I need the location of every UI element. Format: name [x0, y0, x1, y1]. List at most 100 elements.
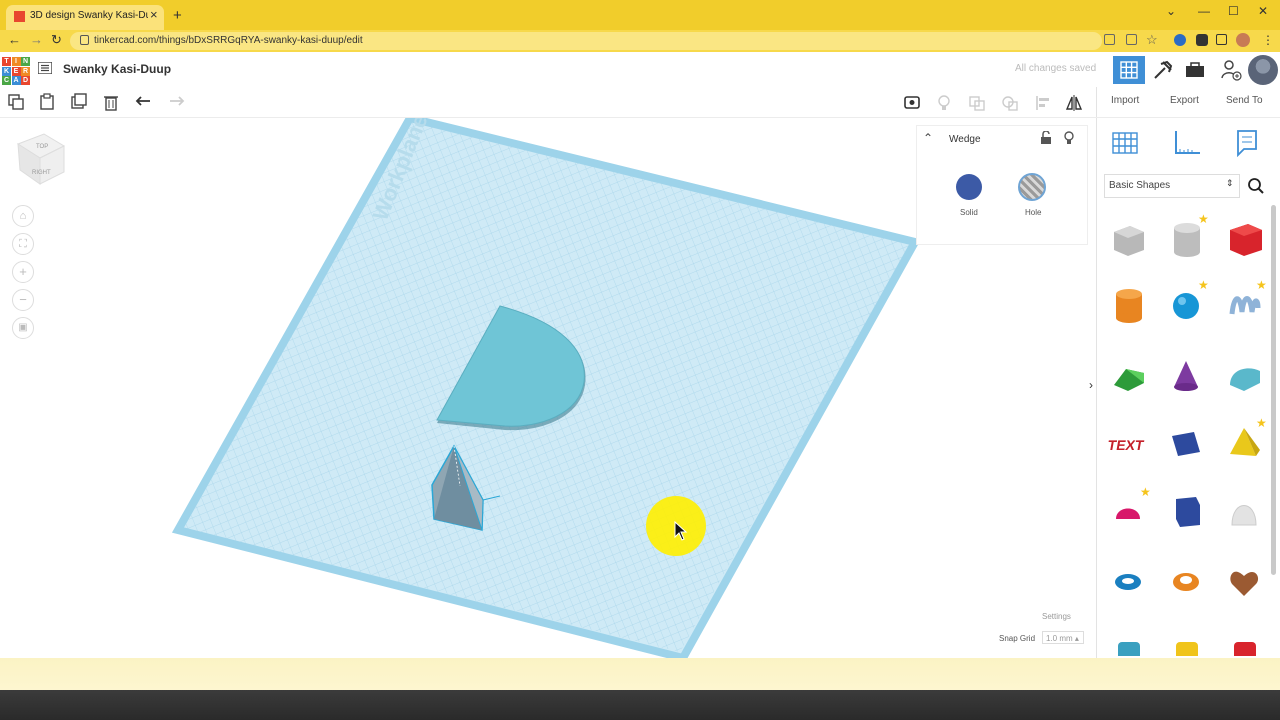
minimize-button[interactable]: —: [1198, 4, 1210, 18]
notes-icon[interactable]: [903, 94, 921, 112]
shape-cylinder[interactable]: [1108, 284, 1148, 324]
zoom-in-icon[interactable]: +: [12, 261, 34, 283]
hole-button[interactable]: [1018, 173, 1046, 201]
shape-text[interactable]: TEXT: [1107, 422, 1148, 462]
toolbox-icon[interactable]: [1184, 60, 1206, 80]
shape-cone[interactable]: [1166, 355, 1206, 395]
ortho-view-icon[interactable]: ▣: [12, 317, 34, 339]
solid-label: Solid: [960, 208, 978, 217]
close-window-button[interactable]: ✕: [1258, 4, 1268, 18]
workplane-tool-icon[interactable]: [1111, 129, 1139, 157]
mirror-icon[interactable]: [1064, 93, 1084, 113]
ungroup-icon[interactable]: [1001, 94, 1019, 112]
extensions-puzzle-icon[interactable]: [1196, 34, 1208, 46]
shape-box[interactable]: [1224, 218, 1264, 258]
shape-paraboloid[interactable]: [1224, 491, 1264, 531]
toolbar-divider: [1096, 87, 1097, 117]
cone-icon: [1174, 361, 1198, 391]
forward-button[interactable]: →: [30, 32, 43, 47]
favorite-star-icon: ★: [1198, 278, 1209, 292]
url-text[interactable]: tinkercad.com/things/bDxSRRGqRYA-swanky-…: [94, 35, 363, 46]
copy-icon[interactable]: [7, 93, 25, 111]
shape-category-label: Basic Shapes: [1109, 180, 1171, 191]
lock-shape-icon[interactable]: [1040, 131, 1052, 145]
view-cube[interactable]: RIGHT TOP: [12, 128, 70, 190]
browser-tab[interactable]: 3D design Swanky Kasi-Duup | Ti ×: [6, 5, 164, 30]
notes-tool-icon[interactable]: [1236, 129, 1258, 157]
show-all-lightbulb-icon[interactable]: [936, 94, 952, 112]
shape-partial[interactable]: [1118, 642, 1140, 656]
fit-view-icon[interactable]: ⛶: [12, 233, 34, 255]
shape-torus[interactable]: [1108, 560, 1148, 600]
browser-tab-bar: [0, 0, 1280, 30]
collapse-panel-chevron-icon[interactable]: ›: [1089, 378, 1093, 392]
logo-letter: D: [21, 76, 30, 85]
logo-letter: K: [2, 66, 11, 76]
cylinder-icon: [1116, 289, 1142, 323]
extension-icon[interactable]: [1174, 34, 1186, 46]
blocks-hammer-icon[interactable]: [1151, 58, 1175, 82]
roof-icon: [1114, 369, 1144, 391]
home-view-icon[interactable]: ⌂: [12, 205, 34, 227]
shapes-scrollbar[interactable]: [1271, 205, 1276, 575]
logo-letter: T: [2, 57, 11, 66]
shape-partial[interactable]: [1234, 642, 1256, 656]
favorite-star-icon: ★: [1256, 278, 1267, 292]
export-button[interactable]: Export: [1170, 95, 1199, 106]
share-icon[interactable]: [1126, 34, 1137, 45]
grid-icon: [1120, 61, 1138, 79]
back-button[interactable]: ←: [8, 32, 21, 47]
send-to-button[interactable]: Send To: [1226, 95, 1263, 106]
lock-icon[interactable]: [80, 35, 89, 45]
delete-trash-icon[interactable]: [102, 93, 120, 111]
zoom-out-icon[interactable]: −: [12, 289, 34, 311]
polygon-icon: [1176, 497, 1200, 527]
add-user-icon[interactable]: [1220, 58, 1242, 82]
torus-icon: [1115, 574, 1141, 590]
maximize-button[interactable]: ☐: [1228, 4, 1239, 18]
user-avatar[interactable]: [1248, 55, 1278, 85]
favorite-star-icon: ★: [1198, 212, 1209, 226]
bookmark-star-icon[interactable]: ☆: [1146, 32, 1158, 48]
ruler-icon[interactable]: [1172, 129, 1202, 157]
import-button[interactable]: Import: [1111, 95, 1139, 106]
tube-icon: [1173, 573, 1199, 591]
reload-button[interactable]: ↻: [51, 32, 62, 48]
hide-lightbulb-icon[interactable]: [1063, 131, 1075, 146]
install-app-icon[interactable]: [1104, 34, 1115, 45]
group-icon[interactable]: [968, 94, 986, 112]
snap-grid-select[interactable]: 1.0 mm ▴: [1042, 631, 1084, 644]
solid-color-button[interactable]: [956, 174, 982, 200]
tab-search-button[interactable]: ⌄: [1166, 4, 1176, 18]
settings-button[interactable]: Settings: [1042, 612, 1071, 621]
hole-label: Hole: [1025, 208, 1042, 217]
design-menu-icon[interactable]: [38, 62, 52, 74]
shape-roof[interactable]: [1108, 355, 1148, 395]
shape-partial[interactable]: [1176, 642, 1198, 656]
tab-close-button[interactable]: ×: [150, 7, 158, 22]
sidepanel-icon[interactable]: [1216, 34, 1227, 45]
browser-menu-icon[interactable]: ⋮: [1262, 33, 1274, 47]
paraboloid-icon: [1231, 505, 1257, 526]
shape-round-roof[interactable]: [1224, 355, 1264, 395]
duplicate-icon[interactable]: [70, 93, 88, 111]
design-title[interactable]: Swanky Kasi-Duup: [63, 62, 171, 76]
shape-box-hole[interactable]: [1108, 218, 1148, 258]
profile-avatar-icon[interactable]: [1236, 33, 1250, 47]
shape-wedge[interactable]: [1166, 422, 1206, 462]
collapse-chevron-icon[interactable]: ⌃: [923, 131, 933, 145]
paste-icon[interactable]: [38, 93, 56, 111]
redo-icon[interactable]: [167, 94, 185, 110]
logo-letter: N: [21, 57, 30, 66]
shape-polygon[interactable]: [1166, 491, 1206, 531]
text-icon: TEXT: [1107, 437, 1146, 453]
3d-view-button[interactable]: [1113, 56, 1145, 84]
align-icon[interactable]: [1034, 94, 1052, 112]
new-tab-button[interactable]: +: [173, 8, 182, 23]
search-icon[interactable]: [1247, 177, 1265, 195]
shape-heart[interactable]: [1224, 560, 1264, 600]
svg-text:RIGHT: RIGHT: [32, 170, 51, 176]
shape-tube[interactable]: [1166, 560, 1206, 600]
undo-icon[interactable]: [135, 94, 153, 110]
mouse-pointer-icon: [674, 521, 688, 541]
